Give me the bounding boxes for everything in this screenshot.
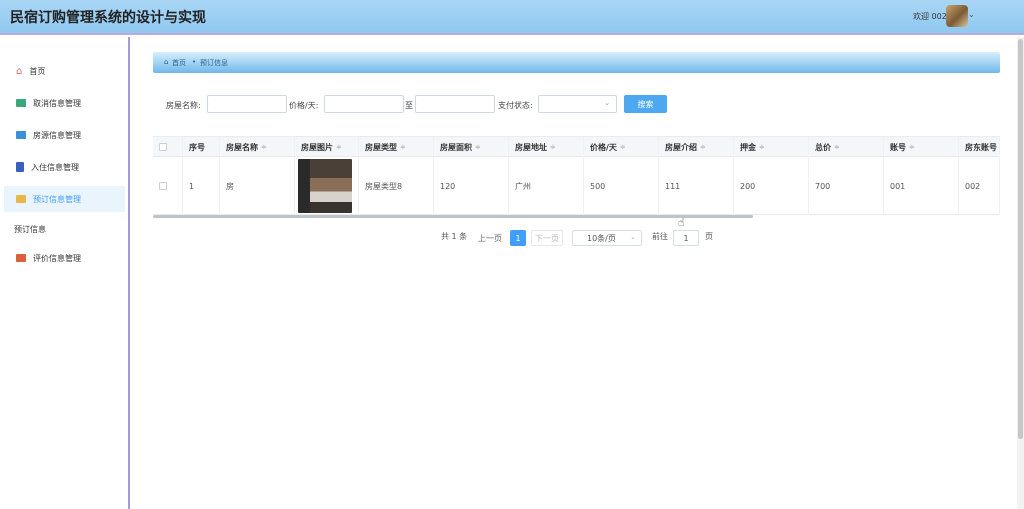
column-header-intro[interactable]: 房屋介绍 ≑	[659, 137, 734, 157]
search-button[interactable]: 搜索	[624, 95, 667, 113]
booking-table: 序号 房屋名称 ≑ 房屋图片 ≑ 房屋类型 ≑ 房屋面积 ≑ 房屋地址 ≑ 价格/天 ≑ 房…	[153, 136, 1000, 218]
price-label: 价格/天:	[289, 101, 319, 110]
envelope-icon	[16, 99, 26, 107]
sort-icon: ≑	[400, 143, 406, 151]
image-icon	[16, 254, 26, 262]
sort-icon: ≑	[909, 143, 915, 151]
avatar[interactable]	[946, 5, 968, 27]
column-header-room-image[interactable]: 房屋图片 ≑	[295, 137, 359, 157]
table-row[interactable]: 1 房 房屋类型8 120 广州 500 111 200 700 001 002	[153, 157, 1000, 215]
room-name-label: 房屋名称:	[166, 101, 201, 110]
home-icon: ⌂	[164, 58, 169, 66]
page-size-value: 10条/页	[587, 233, 616, 243]
cell-index: 1	[183, 157, 220, 215]
cell-total: 700	[809, 157, 884, 215]
pagination-goto-input[interactable]: 1	[673, 230, 699, 246]
cell-account: 001	[884, 157, 959, 215]
sidebar-item-home[interactable]: ⌂ 首页	[4, 58, 125, 84]
sidebar-item-label: 房源信息管理	[33, 130, 81, 140]
table-header: 序号 房屋名称 ≑ 房屋图片 ≑ 房屋类型 ≑ 房屋面积 ≑ 房屋地址 ≑ 价格/天 ≑ 房…	[153, 137, 1000, 157]
sidebar-item-label: 入住信息管理	[31, 162, 79, 172]
sidebar-item-booking[interactable]: 预订信息管理	[4, 186, 125, 212]
card-icon	[16, 195, 26, 203]
sidebar-item-checkin[interactable]: 入住信息管理	[4, 154, 125, 180]
pay-status-label: 支付状态:	[498, 101, 533, 110]
top-header: 民宿订购管理系统的设计与实现 欢迎 002 ⌄	[0, 0, 1024, 35]
cell-room-type: 房屋类型8	[359, 157, 434, 215]
sort-icon: ≑	[336, 143, 342, 151]
cell-owner-account: 002	[959, 157, 1000, 215]
sidebar-item-label: 取消信息管理	[33, 98, 81, 108]
select-all-checkbox[interactable]	[159, 143, 167, 151]
sidebar-item-review[interactable]: 评价信息管理	[4, 245, 125, 271]
row-checkbox-cell	[153, 157, 183, 215]
cell-deposit: 200	[734, 157, 809, 215]
price-min-input[interactable]	[324, 95, 404, 113]
breadcrumb-home[interactable]: 首页	[172, 58, 186, 68]
sidebar: ⌂ 首页 取消信息管理 房源信息管理 入住信息管理 预订信息管理 预订信息 评价…	[0, 37, 130, 509]
column-header-owner-account[interactable]: 房东账号	[959, 137, 1000, 157]
sidebar-item-rooms[interactable]: 房源信息管理	[4, 122, 125, 148]
column-header-room-name[interactable]: 房屋名称 ≑	[220, 137, 295, 157]
app-title: 民宿订购管理系统的设计与实现	[10, 10, 206, 26]
book-icon	[16, 162, 24, 172]
column-header-index: 序号	[183, 137, 220, 157]
pagination-current-page[interactable]: 1	[510, 230, 526, 246]
room-name-input[interactable]	[207, 95, 287, 113]
column-header-price[interactable]: 价格/天 ≑	[584, 137, 659, 157]
column-header-room-type[interactable]: 房屋类型 ≑	[359, 137, 434, 157]
sidebar-item-label: 评价信息管理	[33, 253, 81, 263]
column-header-room-address[interactable]: 房屋地址 ≑	[509, 137, 584, 157]
home-icon: ⌂	[16, 65, 23, 77]
sidebar-item-label: 首页	[29, 66, 46, 76]
welcome-text: 欢迎 002	[913, 12, 947, 21]
sort-icon: ≑	[619, 143, 626, 151]
sort-icon: ≑	[759, 143, 765, 151]
sort-icon: ≑	[550, 143, 556, 151]
pagination-total: 共 1 条	[441, 232, 468, 241]
hand-cursor-icon: ☝	[678, 216, 685, 229]
column-header-total[interactable]: 总价 ≑	[809, 137, 884, 157]
column-header-account[interactable]: 账号 ≑	[884, 137, 959, 157]
column-header-room-area[interactable]: 房屋面积 ≑	[434, 137, 509, 157]
sort-icon: ≑	[261, 143, 267, 151]
table-horizontal-scrollbar[interactable]	[153, 215, 753, 218]
sidebar-item-cancel[interactable]: 取消信息管理	[4, 90, 125, 116]
scrollbar-thumb[interactable]	[1018, 39, 1023, 439]
page-size-select[interactable]: 10条/页 ⌄	[572, 230, 642, 246]
price-max-input[interactable]	[415, 95, 495, 113]
sort-icon: ≑	[475, 143, 481, 151]
page-vertical-scrollbar[interactable]	[1017, 37, 1024, 509]
sort-icon: ≑	[834, 143, 840, 151]
sort-icon: ≑	[700, 143, 706, 151]
pagination-prev-button[interactable]: 上一页	[475, 230, 505, 246]
breadcrumb-separator: •	[192, 58, 197, 66]
pagination-goto-label: 前往	[652, 232, 668, 241]
sidebar-item-label: 预订信息管理	[33, 194, 81, 204]
cell-room-name: 房	[220, 157, 295, 215]
room-photo[interactable]	[298, 159, 352, 213]
breadcrumb: ⌂ 首页 • 预订信息	[153, 52, 1000, 73]
row-checkbox[interactable]	[159, 182, 167, 190]
pagination-next-button[interactable]: 下一页	[531, 230, 563, 246]
chevron-down-icon: ⌄	[630, 233, 636, 241]
column-header-deposit[interactable]: 押金 ≑	[734, 137, 809, 157]
cell-room-image	[295, 157, 359, 215]
breadcrumb-current: 预订信息	[200, 59, 228, 67]
pay-status-select[interactable]: ⌄	[538, 95, 617, 113]
pagination-page-unit: 页	[705, 232, 713, 241]
folder-icon	[16, 131, 26, 139]
cell-room-area: 120	[434, 157, 509, 215]
cell-intro: 111	[659, 157, 734, 215]
price-range-separator: 至	[405, 101, 413, 110]
sidebar-subitem-booking-info[interactable]: 预订信息	[14, 224, 46, 235]
cell-price: 500	[584, 157, 659, 215]
chevron-down-icon: ⌄	[604, 99, 610, 107]
select-all-cell	[153, 137, 183, 157]
cell-room-address: 广州	[509, 157, 584, 215]
chevron-down-icon[interactable]: ⌄	[968, 10, 975, 19]
